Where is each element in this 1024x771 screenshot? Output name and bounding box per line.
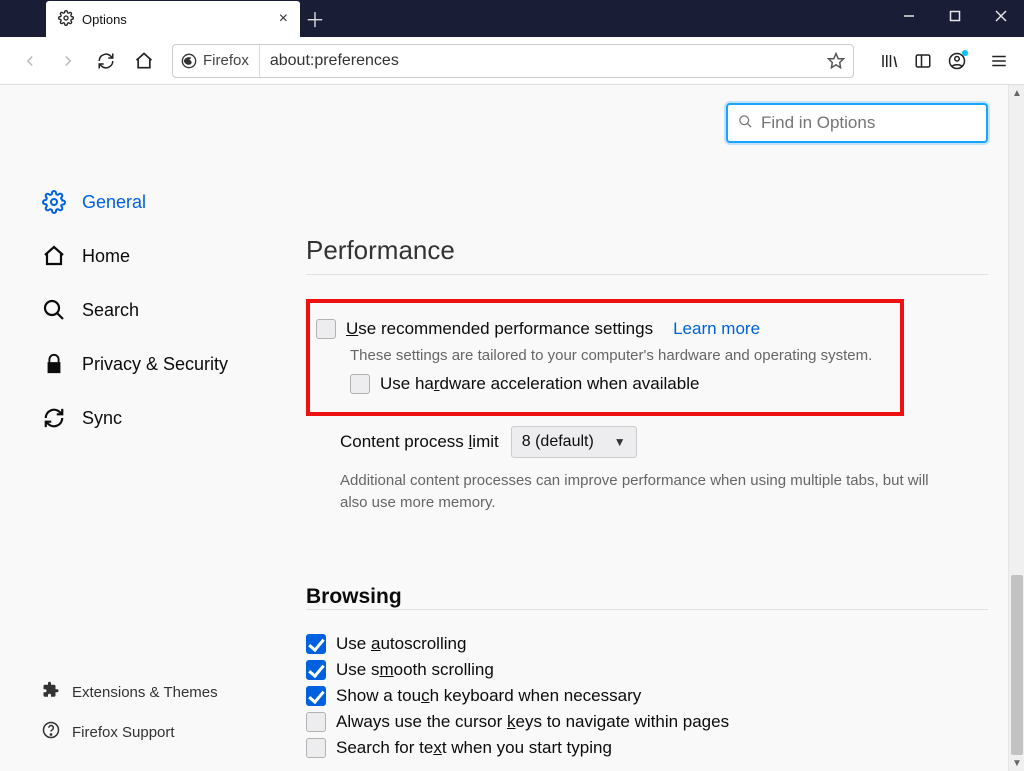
sidebar-item-label: Search	[82, 300, 139, 321]
option-label: Use hardware acceleration when available	[380, 374, 699, 394]
lock-icon	[42, 352, 66, 376]
gear-icon	[42, 190, 66, 214]
option-autoscrolling[interactable]: Use autoscrolling	[306, 634, 988, 654]
url-bar[interactable]: Firefox	[172, 44, 854, 78]
content-limit-label: Content process limit	[340, 432, 499, 452]
highlight-box: Use recommended performance settings Lea…	[306, 299, 904, 416]
app-menu-button[interactable]	[984, 46, 1014, 76]
window-controls	[886, 0, 1024, 32]
select-value: 8 (default)	[522, 433, 594, 451]
identity-box[interactable]: Firefox	[173, 45, 260, 77]
search-options-input[interactable]	[761, 113, 982, 133]
option-smooth-scrolling[interactable]: Use smooth scrolling	[306, 660, 988, 680]
sidebar-item-label: General	[82, 192, 146, 213]
vertical-scrollbar[interactable]: ▲ ▼	[1008, 85, 1024, 771]
toolbar-right-icons	[874, 46, 972, 76]
browsing-title: Browsing	[306, 585, 988, 609]
nav-toolbar: Firefox	[0, 37, 1024, 85]
sidebar-item-general[interactable]: General	[42, 175, 260, 229]
title-bar: Options × ＋	[0, 0, 1024, 37]
option-label: Always use the cursor keys to navigate w…	[336, 712, 729, 732]
account-icon[interactable]	[942, 46, 972, 76]
checkbox-search-type[interactable]	[306, 738, 326, 758]
sidebar-bottom-links: Extensions & Themes Firefox Support	[42, 681, 218, 743]
separator	[306, 609, 988, 610]
checkbox-cursor-keys[interactable]	[306, 712, 326, 732]
sidebar-item-label: Sync	[82, 408, 122, 429]
sidebar-item-privacy[interactable]: Privacy & Security	[42, 337, 260, 391]
firefox-support-link[interactable]: Firefox Support	[42, 721, 218, 743]
search-options-box[interactable]	[726, 103, 988, 143]
gear-icon	[58, 10, 74, 29]
checkbox-hw-accel[interactable]	[350, 374, 370, 394]
sidebar-item-home[interactable]: Home	[42, 229, 260, 283]
search-icon	[42, 298, 66, 322]
option-label: Search for text when you start typing	[336, 738, 612, 758]
puzzle-icon	[42, 681, 60, 703]
checkbox-touch-keyboard[interactable]	[306, 686, 326, 706]
content-limit-hint: Additional content processes can improve…	[306, 470, 946, 515]
recommended-hint: These settings are tailored to your comp…	[316, 345, 888, 368]
library-icon[interactable]	[874, 46, 904, 76]
close-window-button[interactable]	[978, 0, 1024, 32]
maximize-button[interactable]	[932, 0, 978, 32]
sidebar-item-sync[interactable]: Sync	[42, 391, 260, 445]
help-icon	[42, 721, 60, 743]
link-label: Extensions & Themes	[72, 684, 218, 701]
option-touch-keyboard[interactable]: Show a touch keyboard when necessary	[306, 686, 988, 706]
checkbox-autoscrolling[interactable]	[306, 634, 326, 654]
option-recommended-settings[interactable]: Use recommended performance settings Lea…	[316, 319, 888, 339]
browsing-section: Browsing Use autoscrolling Use smooth sc…	[306, 585, 988, 758]
reload-button[interactable]	[90, 45, 122, 77]
performance-title: Performance	[306, 235, 988, 266]
preferences-page: General Home Search Privacy & Security S…	[0, 85, 1024, 771]
chevron-down-icon: ▼	[614, 435, 626, 449]
option-search-while-typing[interactable]: Search for text when you start typing	[306, 738, 988, 758]
sidebar-item-search[interactable]: Search	[42, 283, 260, 337]
separator	[306, 274, 988, 275]
option-label: Use autoscrolling	[336, 634, 466, 654]
scroll-thumb[interactable]	[1011, 575, 1023, 755]
minimize-button[interactable]	[886, 0, 932, 32]
checkbox-smooth-scrolling[interactable]	[306, 660, 326, 680]
home-button[interactable]	[128, 45, 160, 77]
option-label: Show a touch keyboard when necessary	[336, 686, 641, 706]
learn-more-link[interactable]: Learn more	[673, 319, 760, 339]
option-label: Use recommended performance settings	[346, 319, 653, 339]
link-label: Firefox Support	[72, 724, 175, 741]
new-tab-button[interactable]: ＋	[300, 0, 330, 37]
content-limit-select[interactable]: 8 (default) ▼	[511, 426, 637, 458]
home-icon	[42, 244, 66, 268]
sidebar-item-label: Privacy & Security	[82, 354, 228, 375]
sidebars-icon[interactable]	[908, 46, 938, 76]
option-cursor-keys[interactable]: Always use the cursor keys to navigate w…	[306, 712, 988, 732]
tab-label: Options	[82, 12, 127, 27]
option-hw-accel[interactable]: Use hardware acceleration when available	[316, 374, 888, 394]
extensions-themes-link[interactable]: Extensions & Themes	[42, 681, 218, 703]
back-button[interactable]	[14, 45, 46, 77]
close-tab-icon[interactable]: ×	[279, 10, 288, 28]
checkbox-recommended[interactable]	[316, 319, 336, 339]
url-input[interactable]	[260, 52, 819, 70]
search-icon	[738, 114, 753, 132]
content-area: Performance Use recommended performance …	[270, 85, 1024, 771]
identity-label: Firefox	[203, 52, 249, 69]
tab-options[interactable]: Options ×	[46, 1, 300, 37]
content-limit-row: Content process limit 8 (default) ▼	[306, 426, 988, 458]
bookmark-star-icon[interactable]	[819, 52, 853, 70]
categories-sidebar: General Home Search Privacy & Security S…	[0, 85, 270, 771]
sync-icon	[42, 406, 66, 430]
performance-section: Performance Use recommended performance …	[306, 235, 988, 515]
tab-strip: Options × ＋	[0, 0, 330, 37]
firefox-icon	[181, 53, 197, 69]
scroll-down-button[interactable]: ▼	[1009, 755, 1024, 771]
forward-button[interactable]	[52, 45, 84, 77]
scroll-up-button[interactable]: ▲	[1009, 85, 1024, 101]
option-label: Use smooth scrolling	[336, 660, 494, 680]
sidebar-item-label: Home	[82, 246, 130, 267]
